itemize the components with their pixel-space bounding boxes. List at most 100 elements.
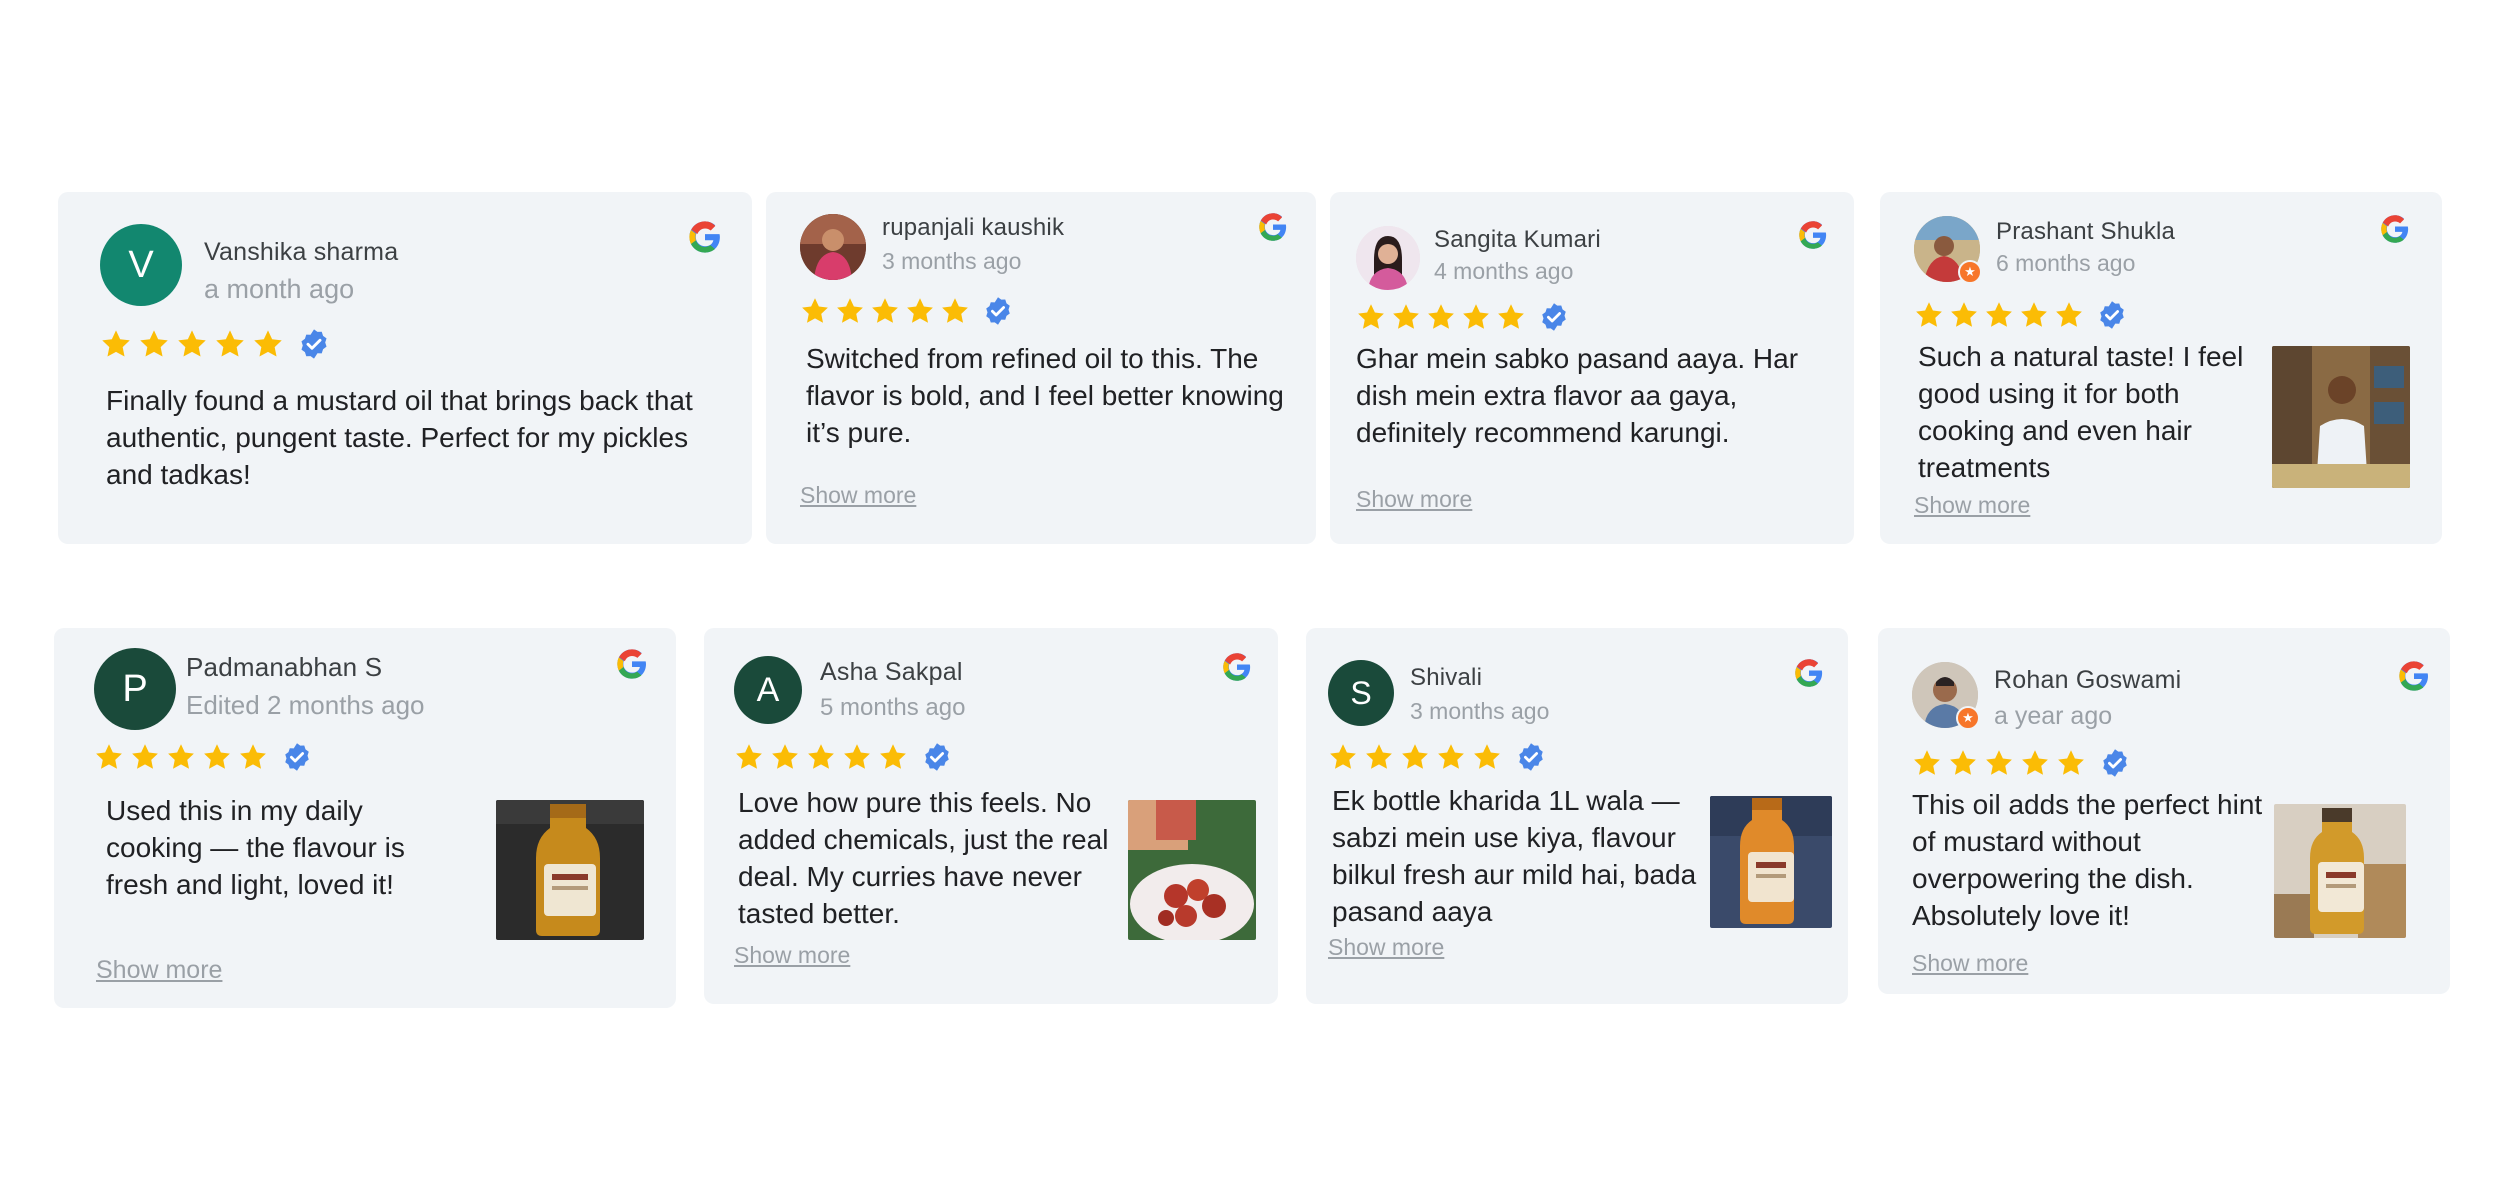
review-text: Such a natural taste! I feel good using … [1918,341,2244,483]
review-text: This oil adds the perfect hint of mustar… [1912,789,2263,931]
star-icon [806,742,836,772]
avatar [1356,226,1420,290]
review-photo[interactable] [2272,346,2410,488]
star-rating [734,742,952,772]
star-icon [878,742,908,772]
review-card: S Shivali 3 months ago Ek bottle kharida… [1306,628,1848,1004]
star-icon [1328,742,1358,772]
star-icon [1948,748,1978,778]
review-date: 3 months ago [1410,698,1550,724]
google-icon [616,648,648,680]
avatar [800,214,866,280]
star-icon [2020,748,2050,778]
star-icon [166,742,196,772]
star-rating [1328,742,1546,772]
reviewer-name: Vanshika sharma [204,238,399,266]
verified-icon [1539,302,1569,332]
avatar: S [1328,660,1394,726]
star-icon [800,296,830,326]
review-card: V Vanshika sharma a month ago Finally fo… [58,192,752,544]
star-icon [1364,742,1394,772]
reviewer-name: Sangita Kumari [1434,226,1601,253]
review-date: Edited 2 months ago [186,690,425,720]
star-icon [2019,300,2049,330]
star-icon [176,328,208,360]
profile-photo-icon [1356,226,1420,290]
star-icon [202,742,232,772]
review-photo[interactable] [1128,800,1256,940]
star-icon [1461,302,1491,332]
star-icon [100,328,132,360]
review-date: 3 months ago [882,248,1022,274]
verified-icon [983,296,1013,326]
verified-icon [298,328,330,360]
review-date: 5 months ago [820,694,966,721]
review-card: ★ Rohan Goswami a year ago This oil adds… [1878,628,2450,994]
star-icon [905,296,935,326]
star-icon [238,742,268,772]
star-icon [1391,302,1421,332]
review-text: Switched from refined oil to this. The f… [806,343,1284,448]
star-icon [2054,300,2084,330]
review-photo[interactable] [2274,804,2406,938]
star-rating [94,742,312,772]
show-more-link[interactable]: Show more [96,956,222,985]
star-icon [130,742,160,772]
star-icon [1914,300,1944,330]
show-more-link[interactable]: Show more [1356,486,1472,513]
review-date: 4 months ago [1434,258,1574,284]
google-icon [688,220,722,254]
verified-icon [922,742,952,772]
star-icon [770,742,800,772]
oil-bottle-photo-icon [2274,804,2406,938]
man-in-shop-photo-icon [2272,346,2410,488]
star-icon [940,296,970,326]
review-date: a year ago [1994,702,2113,730]
reviewer-name: Rohan Goswami [1994,666,2182,694]
star-icon [252,328,284,360]
star-icon [1912,748,1942,778]
star-icon [1984,300,2014,330]
profile-photo-icon [800,214,866,280]
star-icon [1356,302,1386,332]
verified-icon [282,742,312,772]
star-icon [1949,300,1979,330]
review-card: ★ Prashant Shukla 6 months ago Such a na… [1880,192,2442,544]
verified-icon [2097,300,2127,330]
review-text: Ek bottle kharida 1L wala — sabzi mein u… [1332,785,1697,927]
show-more-link[interactable]: Show more [800,482,916,509]
review-card: rupanjali kaushik 3 months ago Switched … [766,192,1316,544]
star-icon [1984,748,2014,778]
review-text: Finally found a mustard oil that brings … [106,385,693,490]
google-icon [2398,660,2430,692]
star-rating [800,296,1013,326]
star-icon [1400,742,1430,772]
review-photo[interactable] [1710,796,1832,928]
review-text: Used this in my daily cooking — the flav… [106,795,405,900]
review-text: Ghar mein sabko pasand aaya. Har dish me… [1356,343,1799,448]
review-date: a month ago [204,274,355,304]
review-date: 6 months ago [1996,250,2136,276]
show-more-link[interactable]: Show more [734,942,850,969]
review-card: P Padmanabhan S Edited 2 months ago Used… [54,628,676,1008]
star-rating [100,328,330,360]
google-icon [1258,212,1288,242]
avatar: V [100,224,182,306]
star-rating [1356,302,1569,332]
google-icon [1798,220,1828,250]
reviewer-name: Shivali [1410,664,1483,691]
star-rating [1912,748,2130,778]
reviewer-name: rupanjali kaushik [882,214,1065,241]
oil-bottle-photo-icon [496,800,644,940]
show-more-link[interactable]: Show more [1912,950,2028,977]
star-icon [1472,742,1502,772]
star-icon [1426,302,1456,332]
review-card: Sangita Kumari 4 months ago Ghar mein sa… [1330,192,1854,544]
show-more-link[interactable]: Show more [1328,934,1444,961]
star-rating [1914,300,2127,330]
review-photo[interactable] [496,800,644,940]
show-more-link[interactable]: Show more [1914,492,2030,519]
verified-icon [1516,742,1546,772]
star-icon [1496,302,1526,332]
star-icon [870,296,900,326]
